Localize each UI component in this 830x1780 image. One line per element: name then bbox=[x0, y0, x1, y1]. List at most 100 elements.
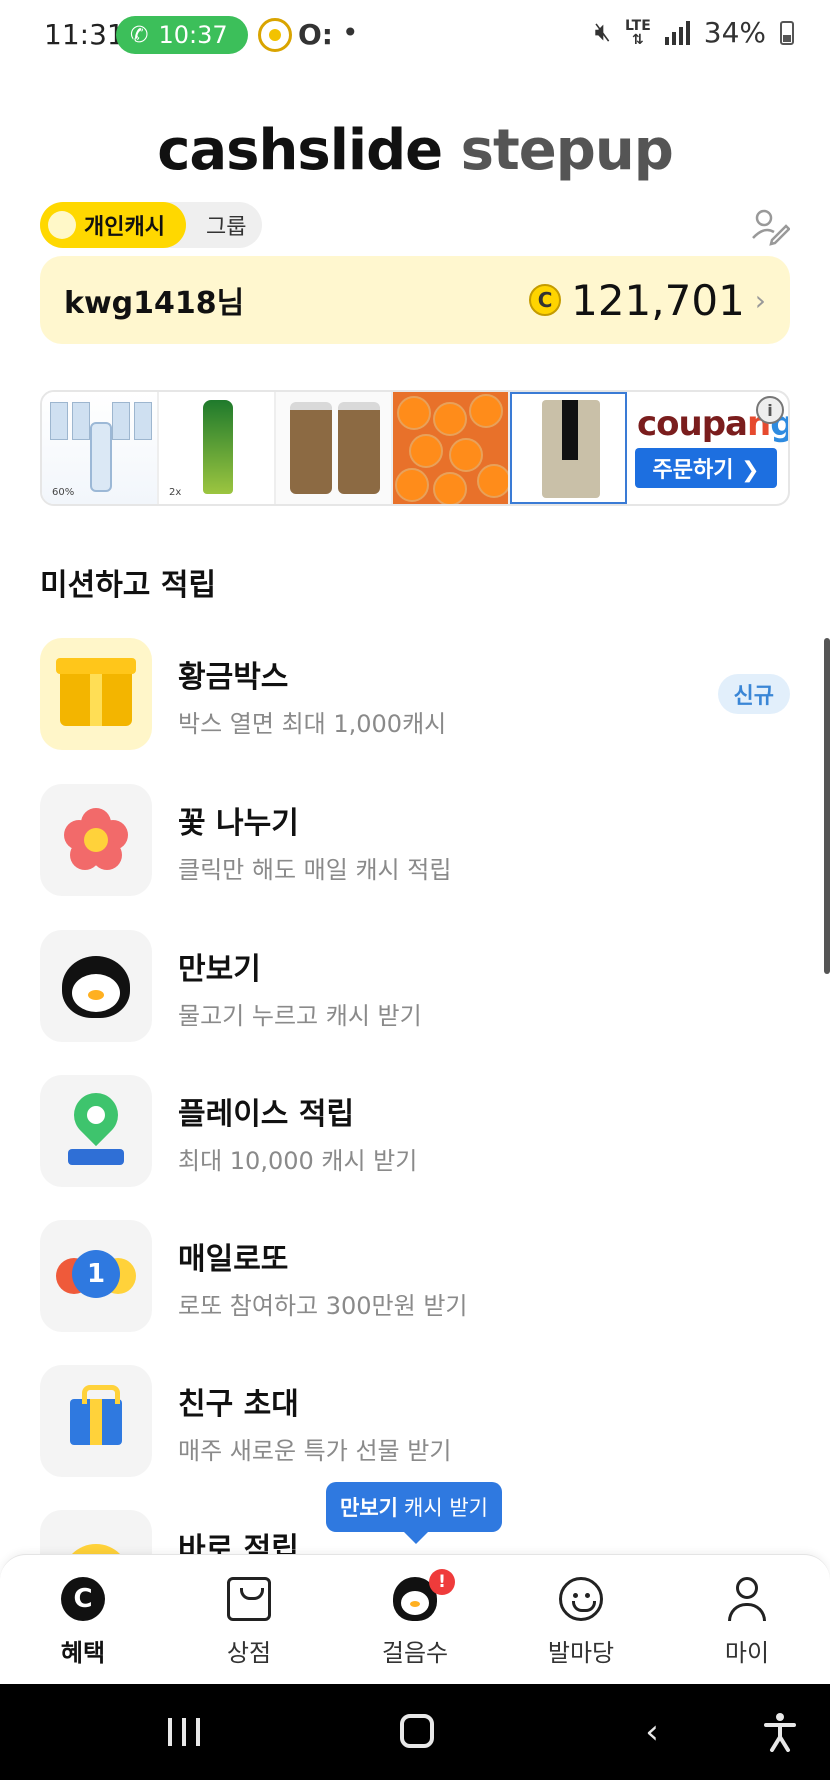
orange-shape bbox=[449, 438, 483, 472]
balance-card[interactable]: kwg1418님 C 121,701 › bbox=[40, 256, 790, 344]
ad-product-juice[interactable]: 2x bbox=[159, 392, 276, 504]
mute-icon: 🔇︎ bbox=[594, 17, 612, 47]
water-pack-shape bbox=[72, 402, 90, 440]
brand-name-light: stepup bbox=[460, 118, 674, 183]
coin-icon bbox=[40, 1510, 152, 1554]
ad-product-grain-jars[interactable] bbox=[276, 392, 393, 504]
sun-icon bbox=[258, 18, 292, 52]
user-icon bbox=[725, 1577, 769, 1621]
accessibility-figure bbox=[764, 1713, 796, 1752]
mission-title: 친구 초대 bbox=[178, 1387, 299, 1422]
mission-title: 바로 적립 bbox=[178, 1532, 299, 1554]
nav-label: 상점 bbox=[226, 1639, 272, 1667]
water-pack-shape bbox=[134, 402, 152, 440]
mission-title: 황금박스 bbox=[178, 660, 289, 695]
mission-subtitle: 로또 참여하고 300만원 받기 bbox=[178, 1292, 468, 1320]
more-notifications-dot: • bbox=[342, 16, 359, 49]
recent-apps-icon[interactable] bbox=[162, 1710, 206, 1754]
juice-bottle-shape bbox=[203, 400, 233, 494]
map-pin-icon bbox=[40, 1075, 152, 1187]
mission-subtitle: 클릭만 해도 매일 캐시 적립 bbox=[178, 856, 452, 884]
water-bottle-shape bbox=[90, 422, 112, 492]
water-pack-shape bbox=[50, 402, 68, 440]
app-title: cashslide stepup bbox=[0, 118, 830, 183]
toggle-group[interactable]: 그룹 bbox=[186, 209, 246, 241]
ad-thumb-tag: 2x bbox=[169, 487, 182, 498]
penguin-icon: ! bbox=[393, 1569, 455, 1621]
lte-icon: LTE ⇅ bbox=[625, 17, 651, 48]
mission-flower-share[interactable]: 꽃 나누기 클릭만 해도 매일 캐시 적립 bbox=[40, 784, 790, 896]
battery-icon bbox=[780, 20, 794, 45]
mission-subtitle: 박스 열면 최대 1,000캐시 bbox=[178, 710, 447, 738]
brand-name-bold: cashslide bbox=[157, 118, 443, 183]
tooltip-bold: 만보기 bbox=[340, 1496, 398, 1520]
new-badge: 신규 bbox=[717, 674, 790, 714]
ad-thumb-tag: 60% bbox=[52, 487, 75, 498]
nav-community[interactable]: 발마당 bbox=[498, 1555, 664, 1684]
mission-title: 꽃 나누기 bbox=[178, 806, 299, 841]
orange-shape bbox=[433, 402, 467, 436]
nav-label: 마이 bbox=[724, 1639, 770, 1667]
scrollbar[interactable] bbox=[824, 638, 830, 974]
mission-place-reward[interactable]: 플레이스 적립 최대 10,000 캐시 받기 bbox=[40, 1075, 790, 1187]
lotto-ball-number: 1 bbox=[72, 1250, 120, 1298]
orange-shape bbox=[433, 472, 467, 504]
mission-title: 만보기 bbox=[178, 952, 261, 987]
nav-benefits[interactable]: C 혜택 bbox=[0, 1555, 166, 1684]
blue-gift-icon bbox=[40, 1365, 152, 1477]
toggle-personal-cash[interactable]: 개인캐시 bbox=[40, 202, 186, 248]
cash-c-icon: C bbox=[61, 1577, 105, 1621]
mission-title: 매일로또 bbox=[178, 1242, 289, 1277]
mission-invite-friend[interactable]: 친구 초대 매주 새로운 특가 선물 받기 bbox=[40, 1365, 790, 1477]
cash-coin-icon: C bbox=[529, 284, 562, 316]
toggle-personal-label: 개인캐시 bbox=[84, 215, 165, 240]
orange-shape bbox=[469, 394, 503, 428]
order-button[interactable]: 주문하기 ❯ bbox=[635, 448, 777, 488]
nav-label: 걸음수 bbox=[381, 1639, 449, 1667]
mission-daily-lotto[interactable]: 1 매일로또 로또 참여하고 300만원 받기 bbox=[40, 1220, 790, 1332]
nav-label: 발마당 bbox=[547, 1639, 615, 1667]
lotto-balls-icon: 1 bbox=[40, 1220, 152, 1332]
ad-info-icon[interactable]: i bbox=[756, 396, 784, 424]
home-icon[interactable] bbox=[400, 1714, 434, 1748]
username: kwg1418님 bbox=[64, 286, 245, 321]
alert-badge-icon: ! bbox=[429, 1569, 455, 1595]
accessibility-icon[interactable] bbox=[760, 1710, 800, 1754]
coupang-ad[interactable]: coupang 주문하기 ❯ i bbox=[627, 392, 788, 504]
toggle-knob bbox=[48, 211, 76, 239]
ad-product-rice[interactable] bbox=[510, 392, 627, 504]
orange-shape bbox=[477, 464, 508, 498]
nav-store[interactable]: 상점 bbox=[166, 1555, 332, 1684]
nav-label: 혜택 bbox=[60, 1639, 106, 1667]
flower-icon bbox=[40, 784, 152, 896]
mission-subtitle: 매주 새로운 특가 선물 받기 bbox=[178, 1437, 452, 1465]
gold-gift-icon bbox=[40, 638, 152, 750]
system-nav-bar: ‹ bbox=[0, 1684, 830, 1780]
mission-subtitle: 최대 10,000 캐시 받기 bbox=[178, 1147, 418, 1175]
shopping-bag-icon bbox=[227, 1577, 271, 1621]
ad-banner[interactable]: 60% 2x coupang 주문하기 ❯ i bbox=[40, 390, 790, 506]
phone-icon: ✆ bbox=[130, 22, 149, 48]
notification-app-icon: O: bbox=[298, 18, 333, 51]
mission-subtitle: 물고기 누르고 캐시 받기 bbox=[178, 1002, 422, 1030]
nav-steps[interactable]: ! 걸음수 bbox=[332, 1555, 498, 1684]
signal-icon bbox=[664, 20, 690, 45]
pedometer-tooltip[interactable]: 만보기 캐시 받기 bbox=[326, 1482, 502, 1544]
mission-pedometer[interactable]: 만보기 물고기 누르고 캐시 받기 bbox=[40, 930, 790, 1042]
orange-shape bbox=[395, 468, 429, 502]
edit-profile-icon[interactable] bbox=[750, 206, 790, 246]
missions-section-title: 미션하고 적립 bbox=[40, 568, 217, 603]
back-icon[interactable]: ‹ bbox=[632, 1710, 672, 1754]
nav-my[interactable]: 마이 bbox=[664, 1555, 830, 1684]
ad-product-water[interactable]: 60% bbox=[42, 392, 159, 504]
jar-shape bbox=[338, 402, 380, 494]
mission-title: 플레이스 적립 bbox=[178, 1097, 355, 1132]
ad-product-oranges[interactable] bbox=[393, 392, 510, 504]
mission-golden-box[interactable]: 황금박스 박스 열면 최대 1,000캐시 신규 bbox=[40, 638, 790, 750]
water-pack-shape bbox=[112, 402, 130, 440]
orange-shape bbox=[409, 434, 443, 468]
status-bar: 11:31 ✆ 10:37 O: • 🔇︎ LTE ⇅ 34% bbox=[0, 0, 830, 72]
orange-shape bbox=[397, 396, 431, 430]
call-timer-pill[interactable]: ✆ 10:37 bbox=[116, 16, 248, 54]
status-right-group: 🔇︎ LTE ⇅ 34% bbox=[595, 16, 794, 49]
